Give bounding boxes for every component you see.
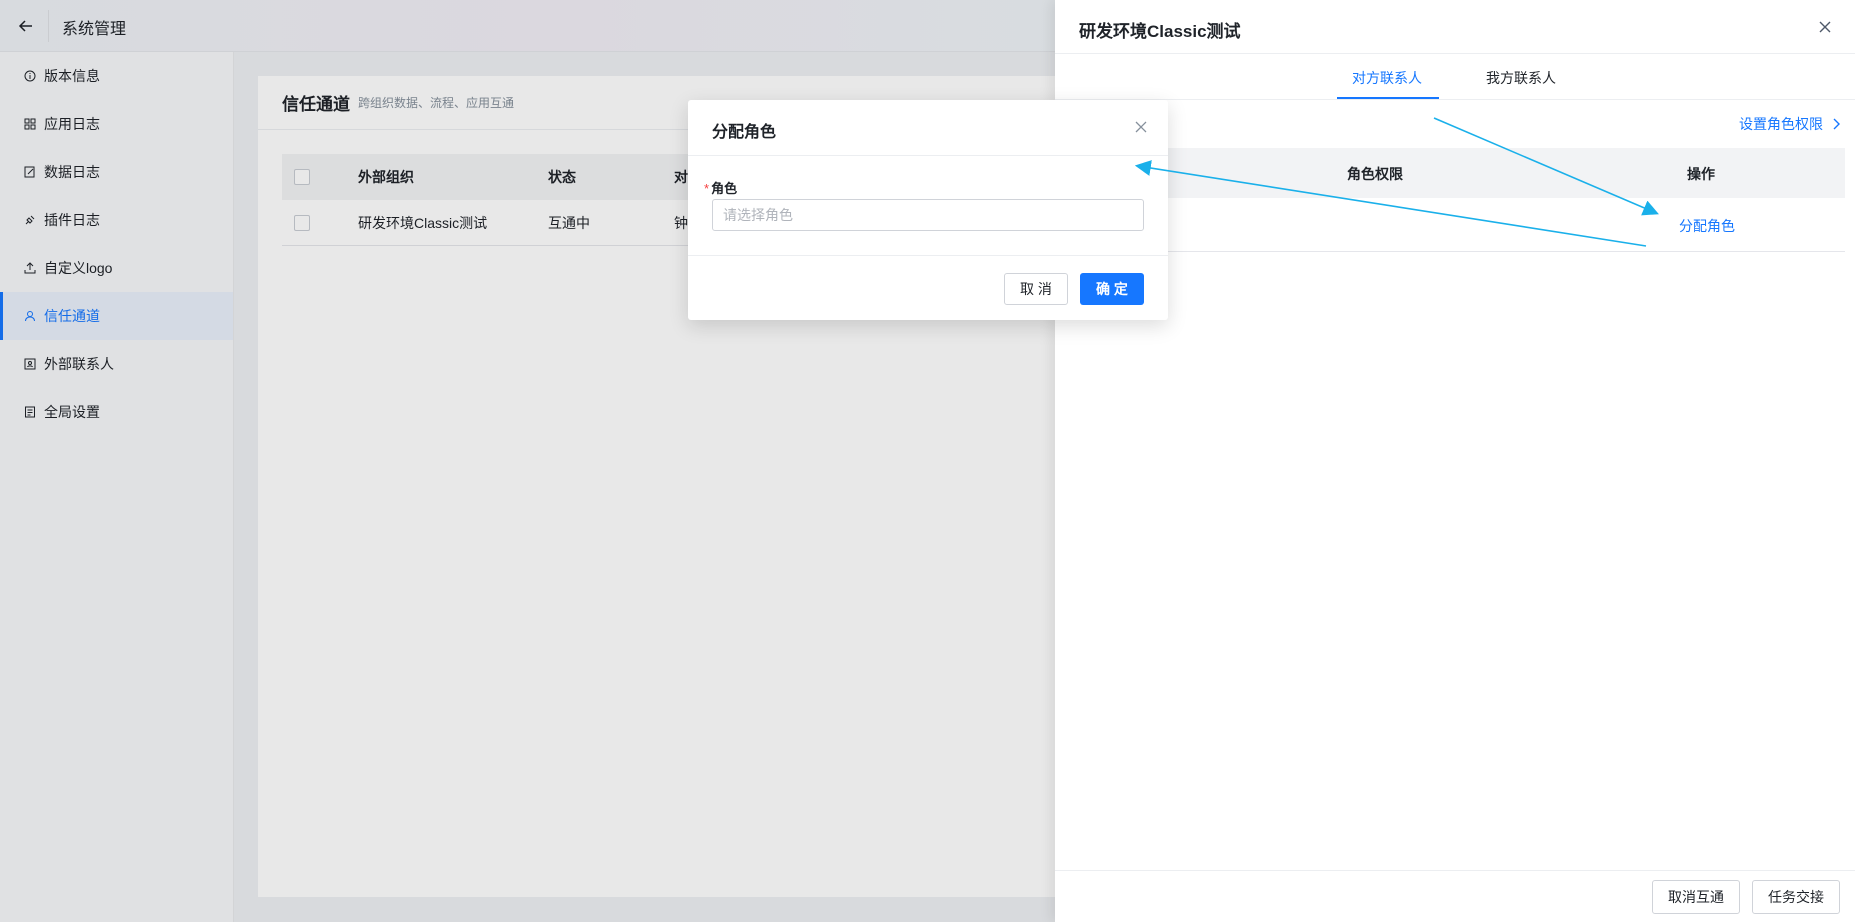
contact-tabs: 对方联系人 我方联系人 — [1055, 54, 1855, 100]
cancel-button[interactable]: 取 消 — [1004, 273, 1068, 305]
column-header-role-permission: 角色权限 — [1347, 166, 1403, 182]
task-handover-button[interactable]: 任务交接 — [1752, 880, 1840, 914]
assign-role-link[interactable]: 分配角色 — [1679, 216, 1735, 236]
tab-our-contacts[interactable]: 我方联系人 — [1486, 68, 1556, 88]
close-icon[interactable] — [1817, 19, 1833, 35]
table-row: 分配角色 — [1075, 198, 1845, 252]
close-icon[interactable] — [1134, 120, 1148, 134]
contacts-table: 角色权限 操作 分配角色 — [1075, 148, 1845, 252]
org-detail-drawer: 研发环境Classic测试 对方联系人 我方联系人 设置角色权限 角色权限 操作… — [1055, 0, 1855, 922]
dialog-header: 分配角色 — [688, 100, 1168, 156]
drawer-header: 研发环境Classic测试 — [1055, 0, 1855, 54]
dialog-divider — [688, 255, 1168, 256]
active-tab-indicator — [1337, 97, 1439, 99]
chevron-right-icon — [1833, 118, 1840, 130]
required-mark: * — [704, 181, 710, 196]
role-label-text: 角色 — [711, 181, 738, 196]
drawer-footer: 取消互通 任务交接 — [1055, 870, 1855, 922]
set-role-permission-link[interactable]: 设置角色权限 — [1739, 114, 1843, 134]
assign-role-dialog: 分配角色 *角色 取 消 确 定 — [688, 100, 1168, 320]
role-field-label: * 角色 — [704, 178, 737, 197]
role-select[interactable] — [712, 199, 1144, 231]
cancel-interop-button[interactable]: 取消互通 — [1652, 880, 1740, 914]
contacts-table-header: 角色权限 操作 — [1075, 148, 1845, 198]
drawer-title: 研发环境Classic测试 — [1079, 22, 1241, 41]
tab-peer-contacts[interactable]: 对方联系人 — [1352, 68, 1422, 88]
column-header-action: 操作 — [1687, 166, 1715, 182]
confirm-button[interactable]: 确 定 — [1080, 273, 1144, 305]
set-role-permission-label: 设置角色权限 — [1739, 116, 1823, 132]
dialog-title: 分配角色 — [712, 124, 777, 141]
